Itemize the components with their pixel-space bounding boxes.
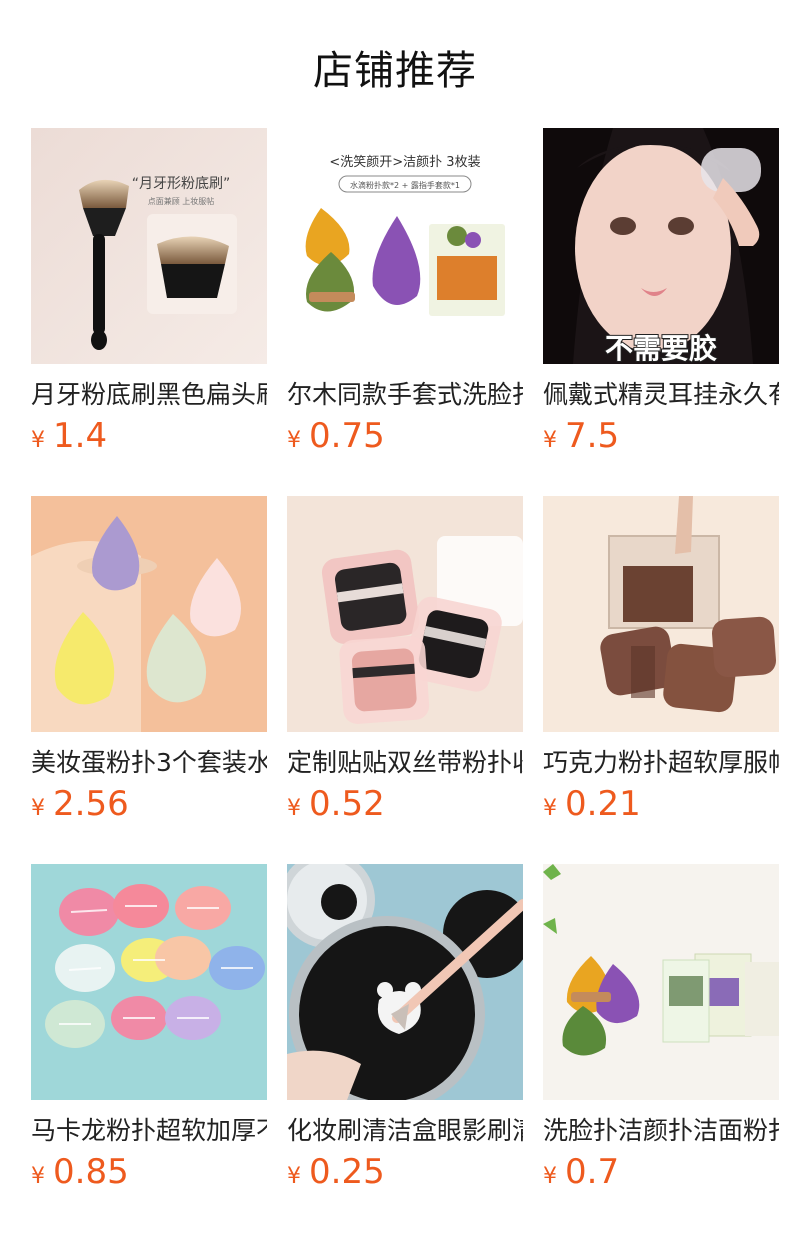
product-price: ¥0.75	[287, 416, 385, 456]
price-value: 7.5	[565, 416, 620, 456]
currency-symbol: ¥	[287, 1164, 301, 1189]
product-price: ¥0.21	[543, 784, 641, 824]
image-subcaption: 点面兼顾 上妆服帖	[148, 196, 215, 206]
currency-symbol: ¥	[287, 428, 301, 453]
product-price: ¥0.7	[543, 1152, 619, 1192]
image-subcaption: 水滴粉扑款*2 + 露指手套款*1	[350, 180, 460, 190]
currency-symbol: ¥	[543, 428, 557, 453]
page-title: 店铺推荐	[313, 48, 477, 94]
currency-symbol: ¥	[31, 428, 45, 453]
product-image[interactable]	[543, 864, 779, 1100]
product-price: ¥0.25	[287, 1152, 385, 1192]
product-price: ¥2.56	[31, 784, 129, 824]
product-price: ¥7.5	[543, 416, 619, 456]
currency-symbol: ¥	[543, 796, 557, 821]
product-image[interactable]: <洗笑颜开>洁颜扑 3枚装 水滴粉扑款*2 + 露指手套款*1	[287, 128, 523, 364]
currency-symbol: ¥	[31, 1164, 45, 1189]
product-price: ¥1.4	[31, 416, 107, 456]
product-image[interactable]: “月牙形粉底刷” 点面兼顾 上妆服帖	[31, 128, 267, 364]
product-image[interactable]	[287, 496, 523, 732]
product-image[interactable]	[287, 864, 523, 1100]
product-price: ¥0.85	[31, 1152, 129, 1192]
price-value: 0.25	[309, 1152, 385, 1192]
product-name[interactable]: 巧克力粉扑超软厚服帖	[543, 746, 779, 780]
price-value: 0.7	[565, 1152, 620, 1192]
product-name[interactable]: 尔木同款手套式洗脸扑	[287, 378, 523, 412]
product-name[interactable]: 佩戴式精灵耳挂永久有	[543, 378, 779, 412]
product-image[interactable]	[543, 496, 779, 732]
product-name[interactable]: 马卡龙粉扑超软加厚不	[31, 1114, 267, 1148]
currency-symbol: ¥	[31, 796, 45, 821]
product-name[interactable]: 美妆蛋粉扑3个套装水	[31, 746, 267, 780]
image-caption: 不需要胶	[605, 332, 717, 364]
product-name[interactable]: 化妆刷清洁盒眼影刷清	[287, 1114, 523, 1148]
price-value: 2.56	[53, 784, 129, 824]
image-caption: <洗笑颜开>洁颜扑 3枚装	[329, 154, 480, 170]
product-image[interactable]	[31, 496, 267, 732]
product-image[interactable]: 不需要胶	[543, 128, 779, 364]
currency-symbol: ¥	[543, 1164, 557, 1189]
currency-symbol: ¥	[287, 796, 301, 821]
image-caption: “月牙形粉底刷”	[132, 176, 231, 192]
price-value: 0.21	[565, 784, 641, 824]
product-name[interactable]: 定制贴贴双丝带粉扑收	[287, 746, 523, 780]
product-name[interactable]: 洗脸扑洁颜扑洁面粉扑	[543, 1114, 779, 1148]
product-image[interactable]	[31, 864, 267, 1100]
price-value: 0.52	[309, 784, 385, 824]
price-value: 0.85	[53, 1152, 129, 1192]
price-value: 0.75	[309, 416, 385, 456]
product-price: ¥0.52	[287, 784, 385, 824]
product-name[interactable]: 月牙粉底刷黑色扁头刷	[31, 378, 267, 412]
price-value: 1.4	[53, 416, 108, 456]
